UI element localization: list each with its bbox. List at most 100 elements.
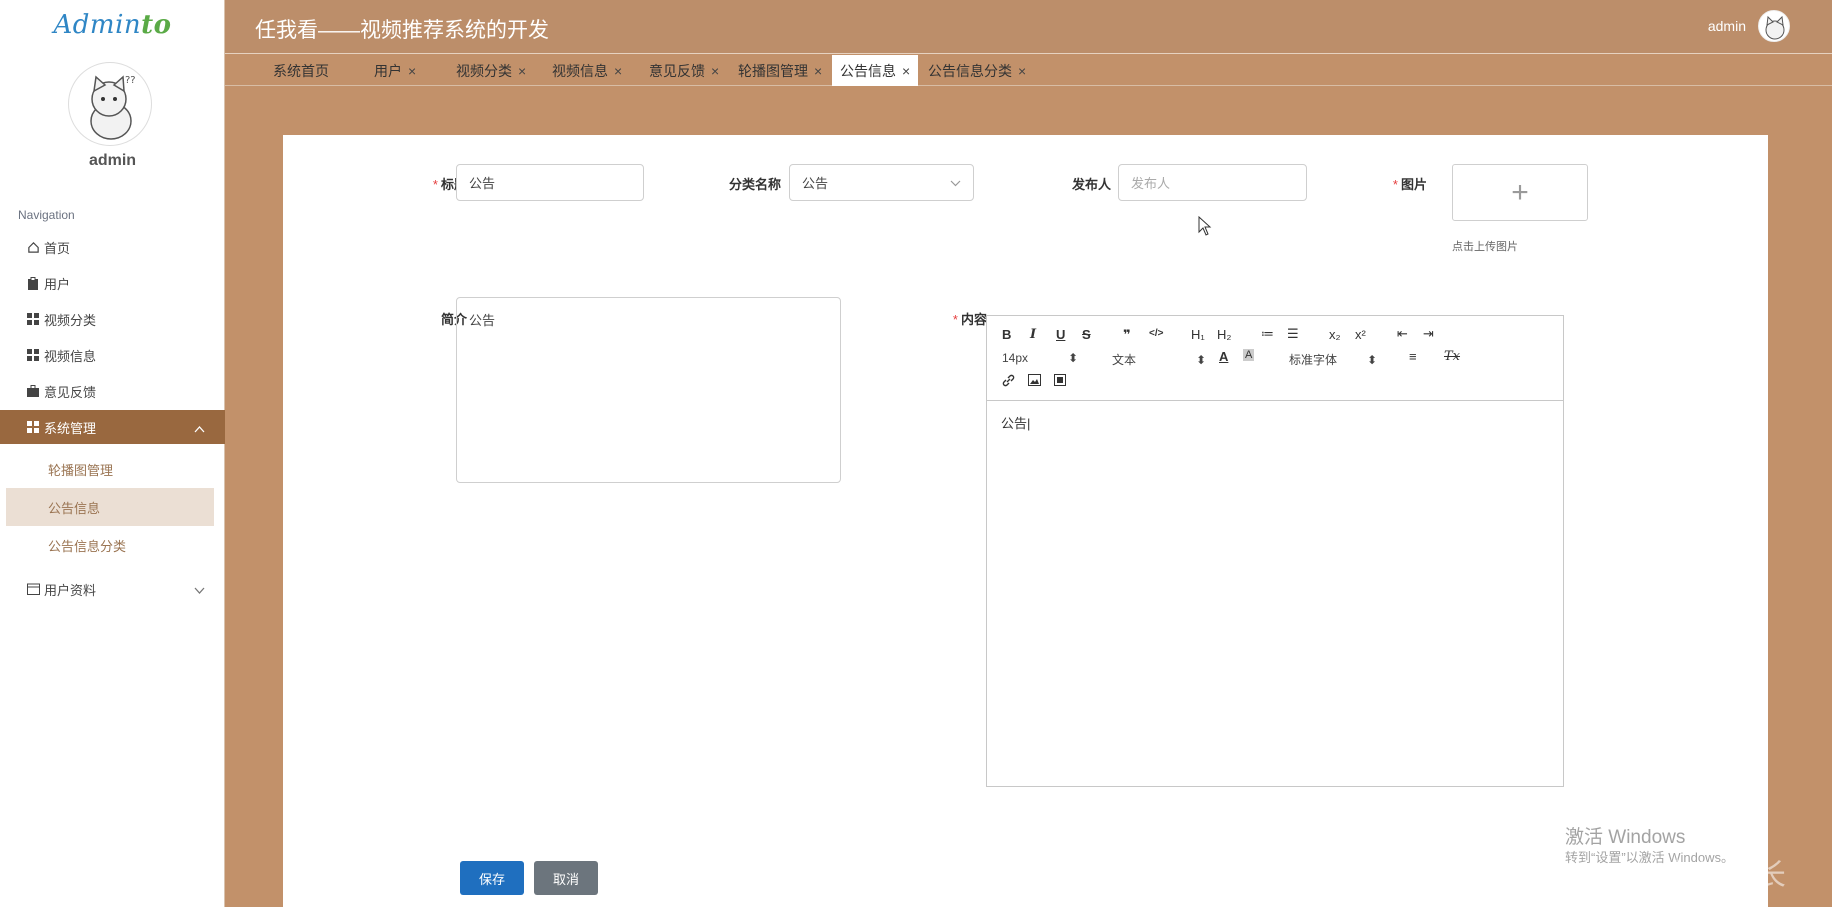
clear-format-button[interactable]: Tx xyxy=(1444,349,1460,364)
sidebar-item-users[interactable]: 用户 xyxy=(0,266,225,300)
plus-icon: + xyxy=(1511,175,1529,209)
block-format-select[interactable]: 文本 ⬍ xyxy=(1112,351,1206,368)
h1-button[interactable]: H₁ xyxy=(1191,327,1205,342)
font-family-select[interactable]: 标准字体 ⬍ xyxy=(1289,351,1377,368)
image-label: * 图片 xyxy=(1392,177,1427,192)
bold-button[interactable]: B xyxy=(1002,327,1011,342)
sidebar-item-video-info[interactable]: 视频信息 xyxy=(0,338,225,372)
sidebar-subitem-label: 公告信息 xyxy=(48,500,101,516)
sidebar-item-system[interactable]: 系统管理 xyxy=(0,410,225,444)
font-family-value: 标准字体 xyxy=(1289,353,1338,367)
activate-windows-watermark: 激活 Windows xyxy=(1565,827,1686,848)
italic-button[interactable]: I xyxy=(1030,327,1036,342)
content-label: * 内容 xyxy=(952,312,987,327)
sort-arrows-icon: ⬍ xyxy=(1196,353,1207,367)
clipboard-icon xyxy=(26,276,40,290)
tab-label: 意见反馈 xyxy=(649,62,705,79)
sidebar: Adminto ?? admin Navigation 首页 用户 视频分类 视… xyxy=(0,0,225,907)
rich-text-editor[interactable]: B I U S ❞ </> H₁ H₂ ≔ ☰ x₂ x² ⇤ ⇥ 14px ⬍ … xyxy=(986,315,1564,787)
sidebar-item-feedback[interactable]: 意见反馈 xyxy=(0,374,225,408)
sidebar-subitem-label: 轮播图管理 xyxy=(48,462,114,478)
sidebar-item-label: 系统管理 xyxy=(44,420,97,436)
grid-icon xyxy=(26,420,40,434)
title-input[interactable]: 公告 xyxy=(456,164,644,201)
tab-video-category[interactable]: 视频分类 × xyxy=(456,55,526,86)
sidebar-item-label: 意见反馈 xyxy=(44,384,97,400)
h2-button[interactable]: H₂ xyxy=(1217,327,1231,342)
underline-button[interactable]: U xyxy=(1056,327,1065,342)
briefcase-icon xyxy=(26,384,40,398)
chevron-down-icon xyxy=(194,583,205,598)
close-icon[interactable]: × xyxy=(614,63,622,79)
sidebar-item-user-profile[interactable]: 用户资料 xyxy=(0,572,225,606)
sidebar-subitem-notice[interactable]: 公告信息 xyxy=(6,488,214,526)
profile-avatar: ?? xyxy=(68,62,152,146)
background-color-button[interactable]: A xyxy=(1243,349,1255,361)
tab-notice-category[interactable]: 公告信息分类 × xyxy=(928,55,1026,86)
ordered-list-button[interactable]: ≔ xyxy=(1261,326,1274,342)
bullet-list-button[interactable]: ☰ xyxy=(1287,326,1299,342)
sidebar-item-label: 视频分类 xyxy=(44,312,97,328)
sidebar-subitem-notice-category[interactable]: 公告信息分类 xyxy=(6,526,214,564)
app-logo: Adminto xyxy=(53,10,172,40)
summary-textarea[interactable]: 公告 xyxy=(456,297,841,483)
tab-home[interactable]: 系统首页 xyxy=(273,55,329,86)
close-icon[interactable]: × xyxy=(1018,63,1026,79)
sidebar-item-video-category[interactable]: 视频分类 xyxy=(0,302,225,336)
quote-button[interactable]: ❞ xyxy=(1123,327,1131,343)
cancel-button[interactable]: 取消 xyxy=(534,861,598,895)
link-icon[interactable] xyxy=(1002,374,1015,390)
font-color-button[interactable]: A xyxy=(1219,349,1228,364)
publisher-label: 发布人 xyxy=(1071,177,1111,192)
tab-label: 公告信息 xyxy=(840,62,896,79)
sidebar-item-label: 首页 xyxy=(44,240,71,256)
tab-carousel[interactable]: 轮播图管理 × xyxy=(738,55,822,86)
tab-notice[interactable]: 公告信息 × xyxy=(832,55,919,86)
editor-toolbar: B I U S ❞ </> H₁ H₂ ≔ ☰ x₂ x² ⇤ ⇥ 14px ⬍ … xyxy=(987,316,1563,401)
tab-video-info[interactable]: 视频信息 × xyxy=(552,55,622,86)
image-icon[interactable] xyxy=(1028,374,1041,389)
close-icon[interactable]: × xyxy=(814,63,822,79)
code-button[interactable]: </> xyxy=(1149,328,1163,339)
chevron-up-icon xyxy=(194,421,205,436)
video-icon[interactable] xyxy=(1054,374,1066,389)
outdent-button[interactable]: ⇤ xyxy=(1397,326,1408,342)
strike-button[interactable]: S xyxy=(1082,327,1091,342)
superscript-button[interactable]: x² xyxy=(1355,327,1366,342)
close-icon[interactable]: × xyxy=(902,63,910,79)
form-card: * 标题 公告 分类名称 公告 发布人 发布人 * 图片 + 点击上传图片 简介 公… xyxy=(283,135,1768,907)
sidebar-item-home[interactable]: 首页 xyxy=(0,230,225,264)
close-icon[interactable]: × xyxy=(408,63,416,79)
tab-feedback[interactable]: 意见反馈 × xyxy=(649,55,719,86)
category-select[interactable]: 公告 xyxy=(789,164,974,201)
save-button[interactable]: 保存 xyxy=(460,861,524,895)
tab-label: 公告信息分类 xyxy=(928,62,1012,79)
editor-content[interactable]: 公告| xyxy=(987,401,1563,444)
subscript-button[interactable]: x₂ xyxy=(1329,327,1341,342)
tab-users[interactable]: 用户 × xyxy=(374,55,416,86)
close-icon[interactable]: × xyxy=(711,63,719,79)
tab-label: 视频信息 xyxy=(552,62,608,79)
sidebar-item-label: 用户资料 xyxy=(44,582,97,598)
grid-icon xyxy=(26,348,40,362)
header-username[interactable]: admin xyxy=(1708,18,1746,34)
font-size-select[interactable]: 14px ⬍ xyxy=(1002,351,1078,365)
image-upload[interactable]: + xyxy=(1452,164,1588,221)
font-size-value: 14px xyxy=(1002,351,1029,365)
app-title: 任我看——视频推荐系统的开发 xyxy=(255,19,549,42)
sidebar-item-label: 视频信息 xyxy=(44,348,97,364)
sort-arrows-icon: ⬍ xyxy=(1367,353,1378,367)
upload-hint: 点击上传图片 xyxy=(1452,241,1518,253)
close-icon[interactable]: × xyxy=(518,63,526,79)
indent-button[interactable]: ⇥ xyxy=(1423,326,1434,342)
sidebar-subitem-carousel[interactable]: 轮播图管理 xyxy=(6,450,214,488)
tab-label: 用户 xyxy=(374,62,402,79)
home-icon xyxy=(26,240,40,254)
nav-heading: Navigation xyxy=(18,208,75,222)
publisher-input[interactable]: 发布人 xyxy=(1118,164,1307,201)
category-select-value: 公告 xyxy=(802,176,829,191)
grid-icon xyxy=(26,312,40,326)
tab-bar: 系统首页 用户 × 视频分类 × 视频信息 × 意见反馈 × 轮播图管理 × 公告信息 × … xyxy=(225,55,1832,86)
header-avatar[interactable] xyxy=(1758,10,1790,42)
align-button[interactable]: ≡ xyxy=(1409,349,1417,364)
